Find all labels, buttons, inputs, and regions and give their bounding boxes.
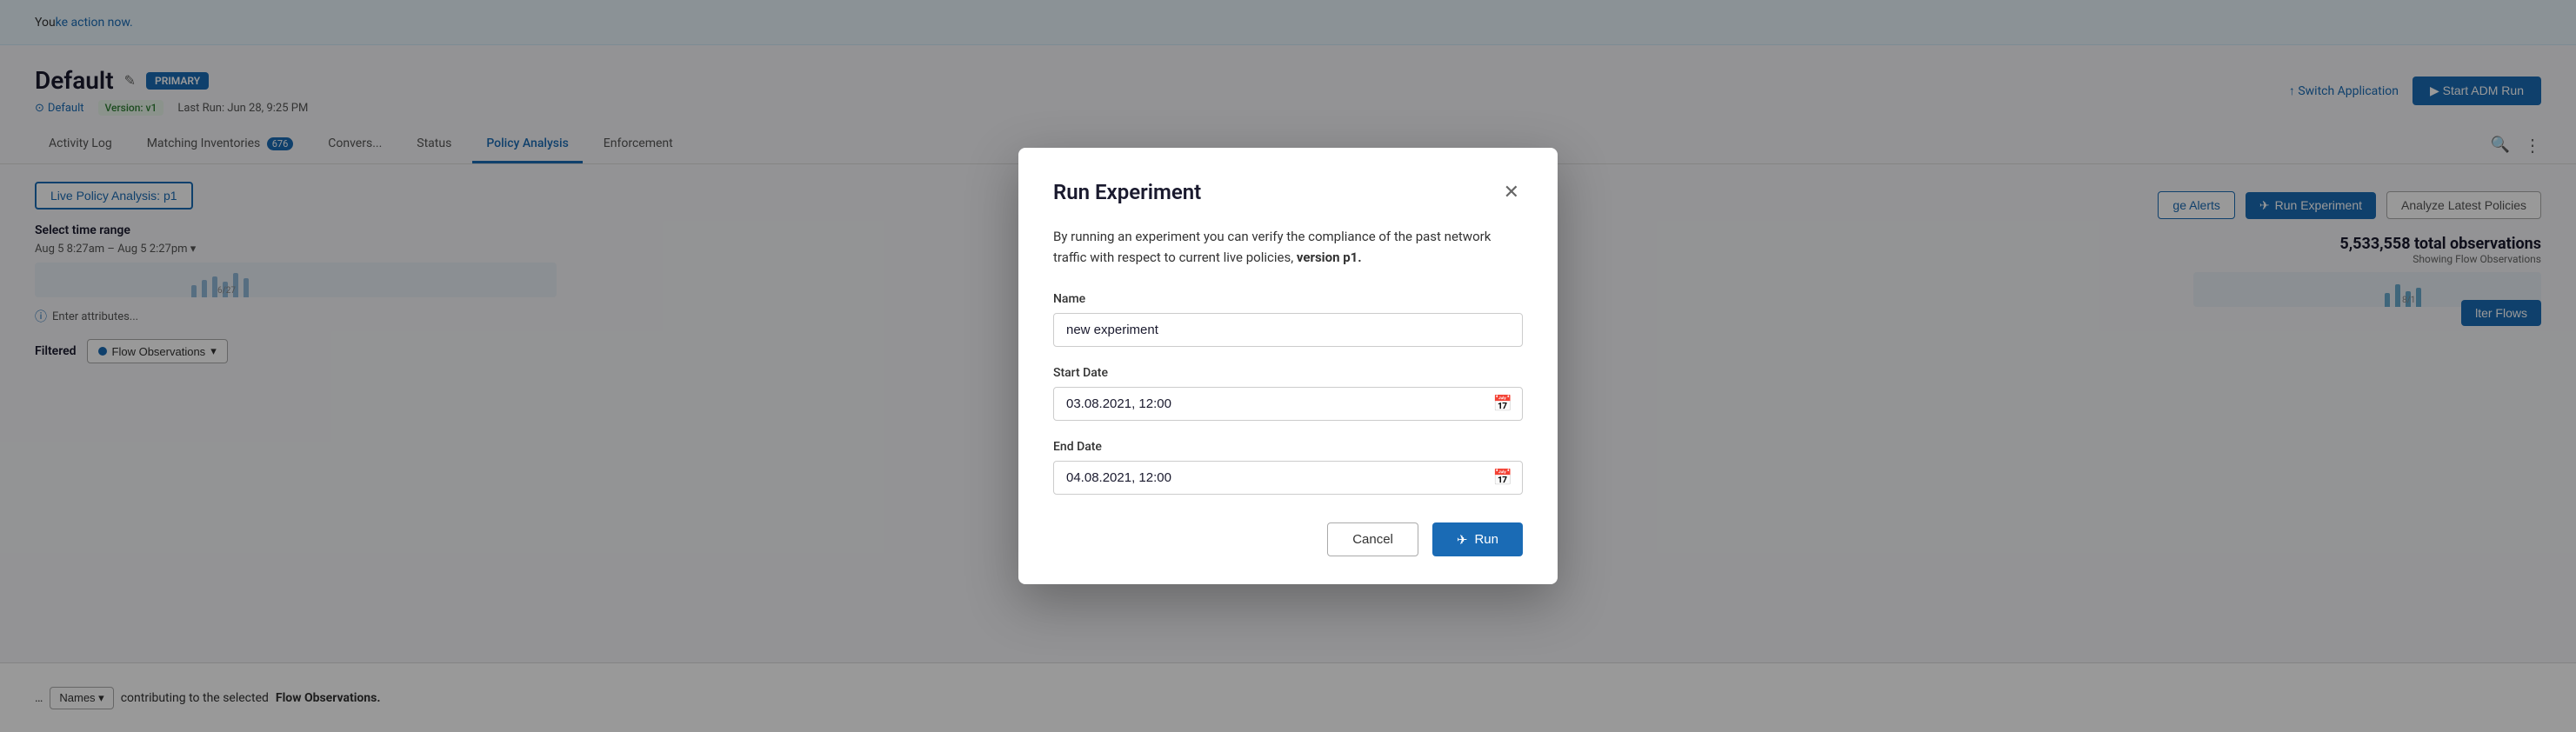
end-date-label: End Date [1053,440,1523,454]
start-date-field-group: Start Date 📅 [1053,366,1523,421]
end-date-input[interactable] [1053,461,1523,495]
start-date-wrapper: 📅 [1053,387,1523,421]
modal-footer: Cancel ✈ Run [1053,522,1523,556]
start-date-label: Start Date [1053,366,1523,380]
run-button[interactable]: ✈ Run [1432,522,1523,556]
name-field-group: Name [1053,292,1523,347]
cancel-button[interactable]: Cancel [1327,522,1418,556]
start-date-input[interactable] [1053,387,1523,421]
modal-header: Run Experiment ✕ [1053,179,1523,205]
end-date-field-group: End Date 📅 [1053,440,1523,495]
run-btn-icon: ✈ [1457,532,1468,548]
modal-version: version p1. [1297,250,1362,265]
experiment-name-input[interactable] [1053,313,1523,347]
run-experiment-modal: Run Experiment ✕ By running an experimen… [1018,148,1558,584]
name-label: Name [1053,292,1523,306]
modal-title: Run Experiment [1053,180,1201,204]
modal-close-button[interactable]: ✕ [1500,179,1523,205]
modal-description: By running an experiment you can verify … [1053,226,1523,268]
run-btn-label: Run [1474,532,1498,547]
end-date-wrapper: 📅 [1053,461,1523,495]
